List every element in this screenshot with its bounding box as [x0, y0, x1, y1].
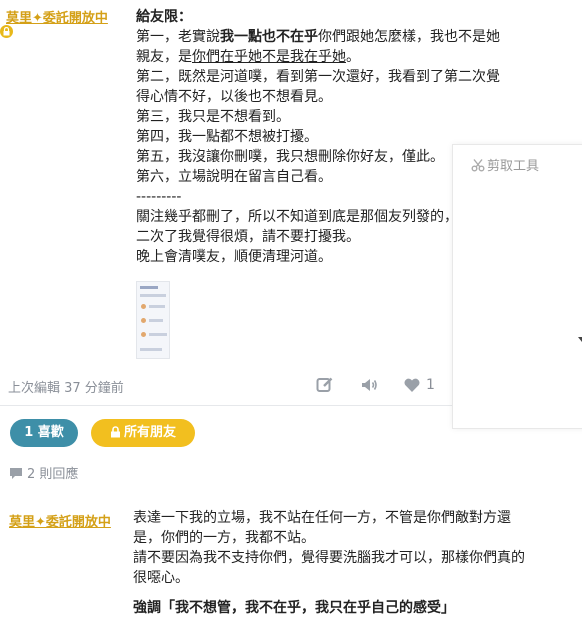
text: 你們跟她怎麼樣，我也不是她: [318, 29, 500, 45]
thumb-bar: [140, 294, 166, 297]
post-line: 得心情不好，以後也不想看見。: [136, 89, 332, 105]
reply-line: 很噁心。: [133, 570, 189, 586]
text: 親友，是: [136, 49, 192, 65]
audience-button[interactable]: 所有朋友: [91, 419, 195, 447]
text: 第一，老實說: [136, 29, 220, 45]
thumb-dot: [141, 304, 146, 309]
thumb-bar: [149, 333, 167, 336]
post-line: 親友，是你們在乎她不是我在乎她。: [136, 47, 566, 67]
audience-label: 所有朋友: [123, 425, 176, 440]
reply-line: 是，你們的一方，我都不站。: [133, 530, 315, 546]
lock-icon: [110, 426, 120, 438]
thumb-dot: [141, 318, 146, 323]
thumb-bar: [140, 348, 162, 351]
snipping-tool-window[interactable]: 剪取工具: [452, 144, 582, 429]
like-count: 1: [426, 377, 435, 393]
reply-content: 表達一下我的立場，我不站在任何一方，不管是你們敵對方還 是，你們的一方，我都不站…: [133, 508, 565, 618]
thumb-bar: [140, 286, 158, 289]
snipping-tool-title: 剪取工具: [487, 159, 540, 174]
text: 。: [346, 49, 360, 65]
heart-icon[interactable]: [403, 376, 423, 396]
replies-link[interactable]: 2 則回應: [9, 463, 78, 482]
thumb-bar: [149, 319, 163, 322]
likes-label: 1 喜歡: [24, 425, 64, 440]
reply-line: 請不要因為我不支持你們，覺得要洗腦我才可以，那樣你們真的: [133, 550, 525, 566]
post-author[interactable]: 莫里✦委託開放中: [6, 7, 108, 26]
thumb-dot: [141, 332, 146, 337]
dropdown-arrow-icon[interactable]: [578, 337, 582, 342]
edited-timestamp: 上次編輯 37 分鐘前: [8, 381, 124, 396]
mute-icon[interactable]: [360, 376, 380, 396]
edit-icon[interactable]: [316, 376, 336, 396]
reply-line: 表達一下我的立場，我不站在任何一方，不管是你們敵對方還: [133, 510, 511, 526]
bold-text: 我一點也不在乎: [220, 29, 318, 45]
post-line: 第三，我只是不想看到。: [136, 109, 290, 125]
replies-count: 2 則回應: [27, 467, 79, 482]
scissors-icon: [471, 157, 485, 176]
thumb-bar: [149, 305, 165, 308]
likes-button[interactable]: 1 喜歡: [10, 419, 78, 447]
lock-icon: [0, 25, 13, 38]
post-greeting: 給友限：: [136, 9, 192, 25]
post-line: 第一，老實說我一點也不在乎你們跟她怎麼樣，我也不是她: [136, 27, 566, 47]
comment-icon: [10, 468, 22, 479]
underlined-text: 你們在乎她不是我在乎她: [192, 49, 346, 65]
post-line: 第二，既然是河道噗，看到第一次還好，我看到了第二次覺: [136, 69, 500, 85]
image-thumbnail[interactable]: [136, 281, 170, 359]
reply-emphasis: 強調「我不想管，我不在乎，我只在乎自己的感受」: [133, 600, 455, 616]
reply-author[interactable]: 莫里✦委託開放中: [9, 511, 111, 530]
